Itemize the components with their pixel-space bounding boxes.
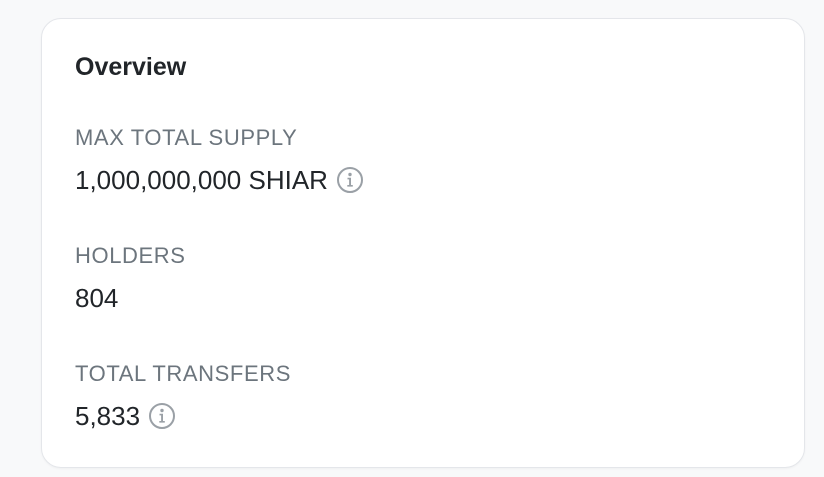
max-total-supply-label: MAX TOTAL SUPPLY bbox=[75, 125, 298, 150]
total-transfers-row: 5,833 bbox=[75, 401, 176, 431]
info-icon[interactable] bbox=[336, 166, 364, 194]
info-icon[interactable] bbox=[148, 402, 176, 430]
holders-value: 804 bbox=[75, 283, 119, 313]
holders-row: 804 bbox=[75, 283, 118, 313]
total-transfers-label: TOTAL TRANSFERS bbox=[75, 361, 292, 386]
overview-card: Overview MAX TOTAL SUPPLY 1,000,000,000 … bbox=[41, 18, 805, 468]
overview-title: Overview bbox=[75, 53, 187, 81]
max-total-supply-row: 1,000,000,000 SHIAR bbox=[75, 165, 364, 195]
max-total-supply-value: 1,000,000,000 SHIAR bbox=[75, 165, 328, 195]
total-transfers-value: 5,833 bbox=[75, 401, 141, 431]
holders-label: HOLDERS bbox=[75, 243, 186, 268]
